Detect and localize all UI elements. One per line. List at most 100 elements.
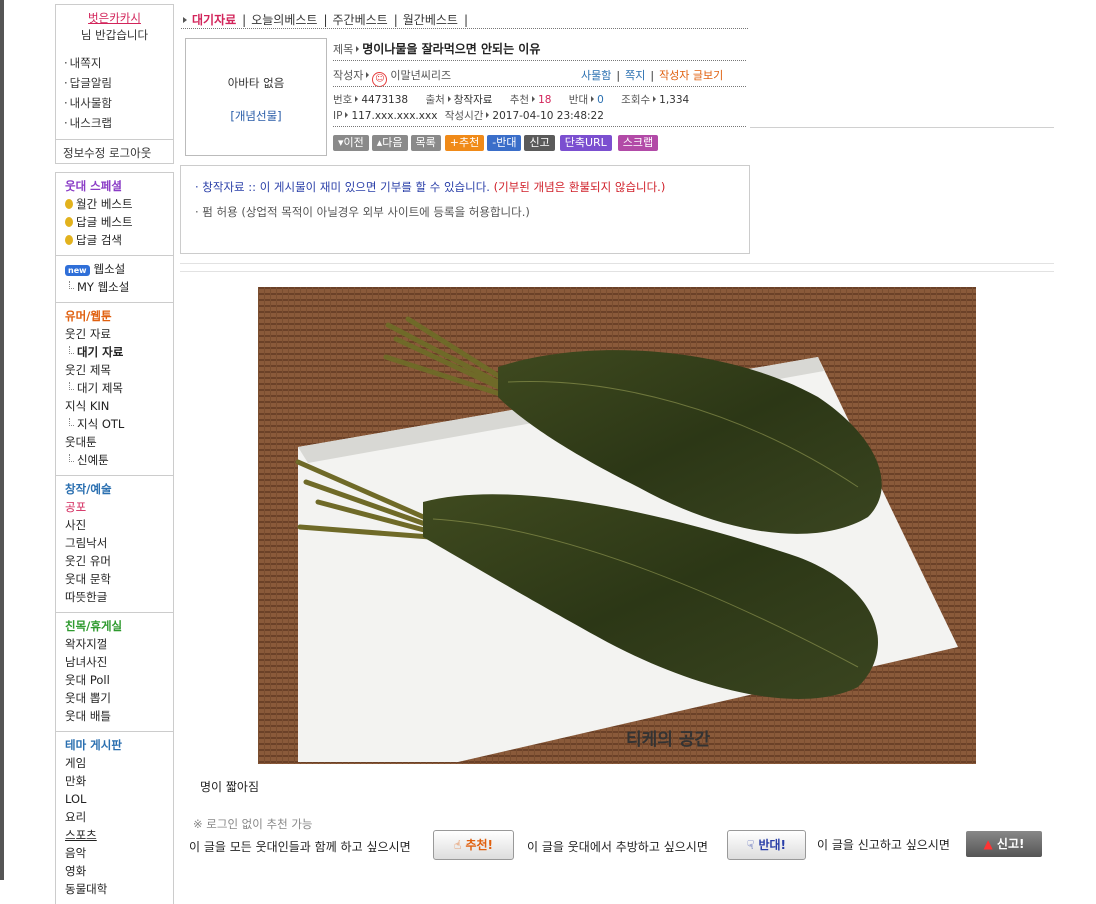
sidebar-item-waiting[interactable]: 대기 자료 [65,343,173,361]
author-posts-link[interactable]: 작성자 글보기 [659,69,723,82]
sidebar-item-draw[interactable]: 웃대 뽑기 [65,689,173,707]
gift-link[interactable]: [개념선물] [186,108,326,124]
refund-notice: (기부된 개념은 환불되지 않습니다.) [493,180,666,194]
post-image: 티케의 공간 [258,287,976,764]
sidebar-item-game[interactable]: 게임 [65,754,173,772]
divider [180,271,1054,272]
menu-messages[interactable]: 내쪽지 [64,53,173,73]
triangle-icon [183,17,187,23]
siren-icon: ▲ [983,837,993,851]
sidebar-item-couple[interactable]: 남녀사진 [65,653,173,671]
sidebar-item-funny[interactable]: 웃긴 자료 [65,325,173,343]
list-button[interactable]: 목록 [410,135,441,151]
scrap-button[interactable]: 스크랩 [617,135,659,151]
oppose-button[interactable]: -반대 [487,135,522,151]
report-button[interactable]: 신고 [524,135,555,151]
avatar-empty-text: 아바타 없음 [227,76,285,90]
sidebar-item-reply-search[interactable]: 답글 검색 [65,231,173,249]
tab-waiting[interactable]: 대기자료 [192,13,236,27]
opp-prompt: 이 글을 웃대에서 추방하고 싶으시면 [527,840,708,854]
image-watermark: 티케의 공간 [626,730,710,750]
menu-scrap[interactable]: 내스크랩 [64,113,173,133]
sidebar-item-reply-best[interactable]: 답글 베스트 [65,213,173,231]
post-title: 명이나물을 잘라먹으면 안되는 이유 [362,42,541,56]
report-big-button[interactable]: ▲ 신고! [966,831,1042,857]
sidebar-item-cooking[interactable]: 요리 [65,808,173,826]
account-links[interactable]: 정보수정 로그아웃 [56,139,173,166]
divider [181,28,748,29]
donation-notice: · 창작자료 :: 이 게시물이 재미 있으면 기부를 할 수 있습니다. [195,180,490,194]
thumbs-up-icon: ☝ [453,838,462,852]
locker-link[interactable]: 사물함 [581,69,611,82]
tab-monthly-best[interactable]: 월간베스트 [403,13,458,27]
sidebar-item-poll[interactable]: 웃대 Poll [65,671,173,689]
sidebar-item-music[interactable]: 음악 [65,844,173,862]
window-edge [0,0,4,880]
sidebar-item-my-webnovel[interactable]: MY 웹소설 [65,278,173,296]
sidebar-item-chat[interactable]: 왁자지껄 [65,635,173,653]
sidebar-item-kin[interactable]: 지식 KIN [65,397,173,415]
sidebar-item-waiting-title[interactable]: 대기 제목 [65,379,173,397]
view-count: 1,334 [659,94,690,106]
tab-weekly-best[interactable]: 주간베스트 [333,13,388,27]
sidebar: 벗은카카시 님 반갑습니다 내쪽지 답글알림 내사물함 내스크랩 정보수정 로그… [55,4,174,904]
menu-locker[interactable]: 내사물함 [64,93,173,113]
sidebar-item-otl[interactable]: 지식 OTL [65,415,173,433]
user-menu: 내쪽지 답글알림 내사물함 내스크랩 [64,53,173,133]
short-url-button[interactable]: 단축URL [559,135,612,151]
tab-today-best[interactable]: 오늘의베스트 [251,13,317,27]
sidebar-item-horror[interactable]: 공포 [65,498,173,516]
divider [333,126,746,127]
thumbs-down-icon: ☟ [746,838,755,852]
message-link[interactable]: 쪽지 [625,69,645,82]
author-name[interactable]: 이말년씨리즈 [390,69,451,82]
section-special: 웃대 스페셜 월간 베스트 답글 베스트 답글 검색 [55,172,174,256]
section-theme-title: 테마 게시판 [65,738,122,752]
post-number: 4473138 [361,94,409,106]
sidebar-item-humor[interactable]: 웃긴 유머 [65,552,173,570]
sidebar-item-battle[interactable]: 웃대 배틀 [65,707,173,725]
menu-reply-alerts[interactable]: 답글알림 [64,73,173,93]
title-label: 제목 [333,43,354,56]
next-button[interactable]: ▴다음 [371,135,408,151]
post-source: 창작자료 [453,94,493,106]
username-link[interactable]: 벗은카카시 [56,10,173,26]
post-buttons: ▾이전 ▴다음 목록 +추천 -반대 신고 단축URL 스크랩 [333,135,661,151]
sidebar-item-monthly-best[interactable]: 월간 베스트 [65,195,173,213]
notice-box: · 창작자료 :: 이 게시물이 재미 있으면 기부를 할 수 있습니다. (기… [180,165,750,254]
sidebar-item-warm[interactable]: 따뜻한글 [65,588,173,606]
section-webnovel: new 웹소설 MY 웹소설 [55,256,174,303]
greeting-text: 님 반갑습니다 [80,28,149,42]
sidebar-item-movie[interactable]: 영화 [65,862,173,880]
user-box: 벗은카카시 님 반갑습니다 내쪽지 답글알림 내사물함 내스크랩 정보수정 로그… [55,4,174,164]
prev-button[interactable]: ▾이전 [333,135,369,151]
sidebar-item-literature[interactable]: 웃대 문학 [65,570,173,588]
divider [333,86,746,87]
divider [333,60,746,61]
sidebar-item-funny-title[interactable]: 웃긴 제목 [65,361,173,379]
sidebar-item-webnovel[interactable]: new 웹소설 [65,260,173,278]
board-tabs: 대기자료 | 오늘의베스트 | 주간베스트 | 월간베스트 | [183,11,473,28]
rec-prompt: 이 글을 모든 웃대인들과 함께 하고 싶으시면 [189,840,411,854]
medal-icon [65,199,73,209]
sidebar-item-newtoon[interactable]: 신예툰 [65,451,173,469]
report-prompt: 이 글을 신고하고 싶으시면 [817,838,950,852]
sidebar-item-sports[interactable]: 스포츠 [65,826,173,844]
section-art-title: 창작/예술 [65,482,112,496]
section-humor-title: 유머/웹툰 [65,309,112,323]
sidebar-item-comic[interactable]: 만화 [65,772,173,790]
section-social: 친목/휴게실 왁자지껄 남녀사진 웃대 Poll 웃대 뽑기 웃대 배틀 [55,613,174,732]
section-special-title: 웃대 스페셜 [65,179,122,193]
recommend-button[interactable]: +추천 [444,135,485,151]
divider [750,127,1054,128]
sidebar-item-photo[interactable]: 사진 [65,516,173,534]
author-label: 작성자 [333,69,364,82]
sidebar-item-drawing[interactable]: 그림낙서 [65,534,173,552]
sidebar-item-toon[interactable]: 웃대툰 [65,433,173,451]
sidebar-item-animal[interactable]: 동물대학 [65,880,173,898]
sidebar-item-lol[interactable]: LOL [65,790,173,808]
oppose-big-button[interactable]: ☟ 반대! [727,830,806,860]
divider [180,263,1054,264]
post-caption: 명이 짧아짐 [200,780,260,794]
recommend-big-button[interactable]: ☝ 추천! [433,830,514,860]
